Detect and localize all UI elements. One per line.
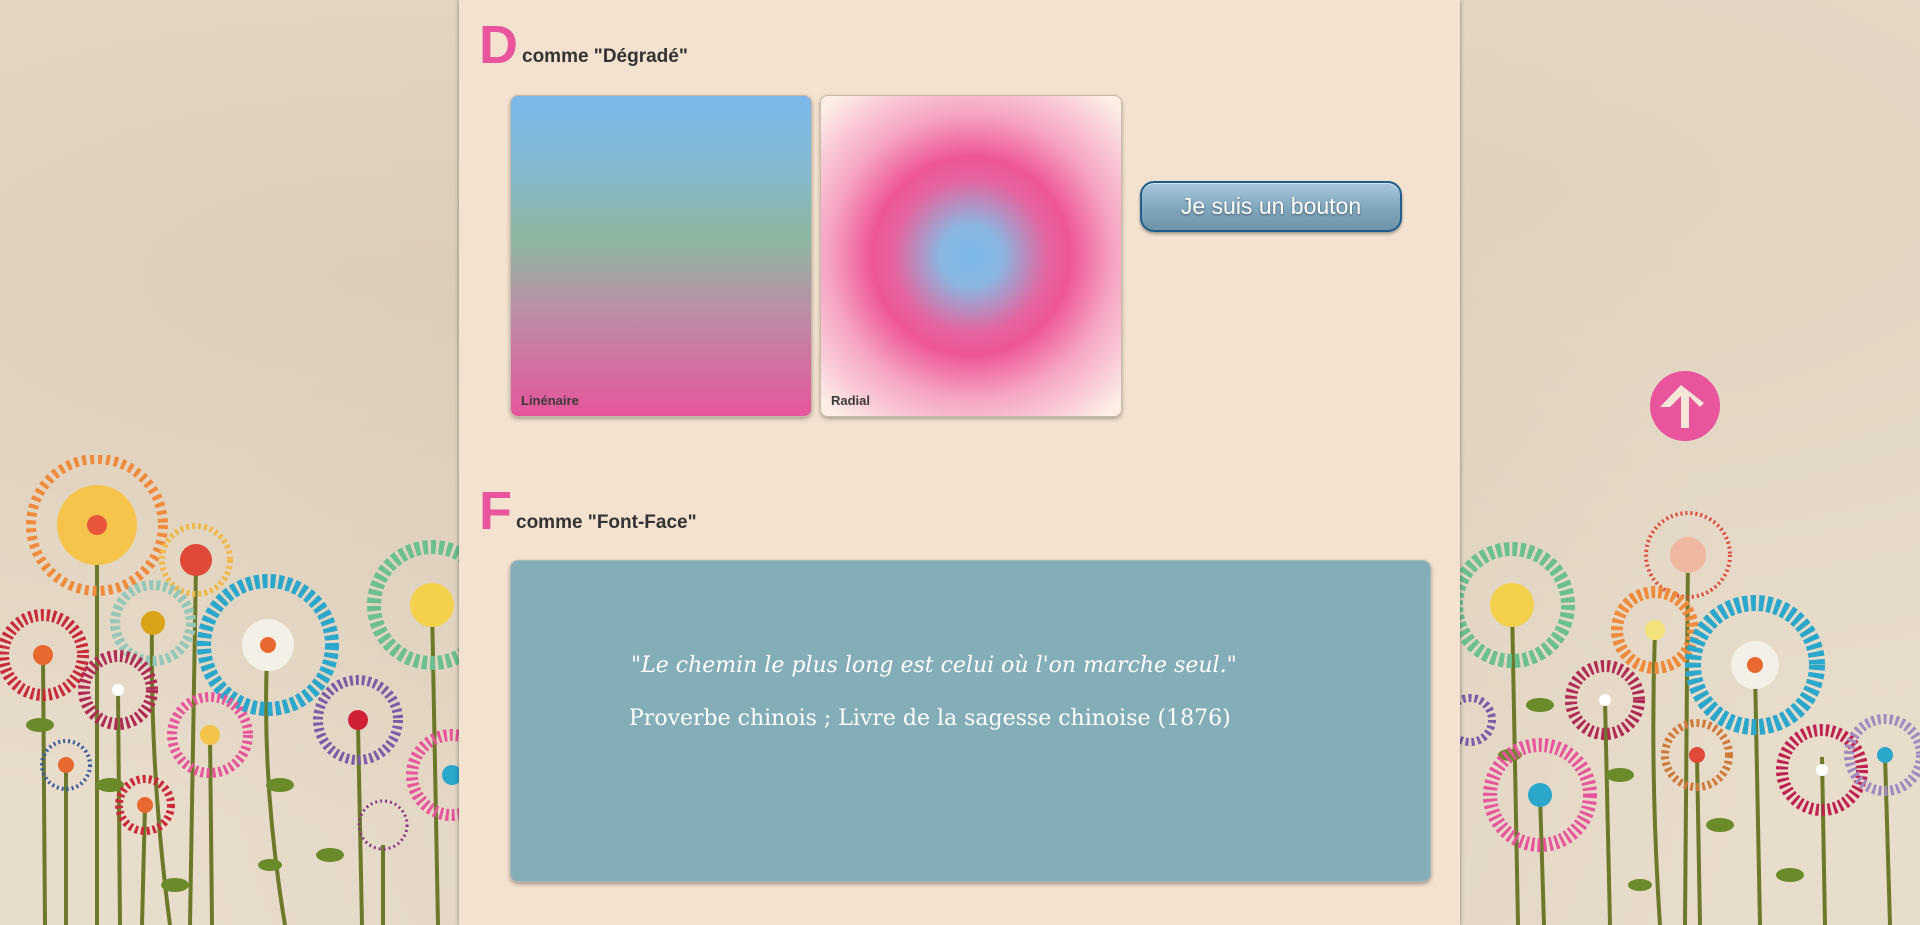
section-initial-letter: D [479, 15, 518, 75]
demo-button[interactable]: Je suis un bouton [1140, 181, 1402, 232]
section-title: comme "Dégradé" [522, 46, 688, 67]
linear-gradient-label: Linénaire [521, 393, 579, 408]
arrow-up-icon [1660, 385, 1704, 428]
section-heading-fontface: F comme "Font-Face" [479, 484, 697, 538]
content-column: D comme "Dégradé" Linénaire Radial Je su… [459, 0, 1460, 925]
section-heading-degrade: D comme "Dégradé" [479, 18, 688, 72]
quote-box: "Le chemin le plus long est celui où l'o… [510, 560, 1431, 882]
quote-source: Proverbe chinois ; Livre de la sagesse c… [629, 706, 1231, 731]
back-to-top-button[interactable] [1650, 371, 1720, 441]
quote-text: "Le chemin le plus long est celui où l'o… [631, 653, 1237, 678]
linear-gradient-demo: Linénaire [510, 95, 812, 417]
radial-gradient-label: Radial [831, 393, 871, 408]
radial-gradient-demo: Radial [820, 95, 1122, 417]
section-title: comme "Font-Face" [516, 512, 697, 533]
flower-illustration-left [0, 455, 460, 925]
section-initial-letter: F [479, 481, 512, 541]
flower-illustration-right [1460, 511, 1920, 925]
